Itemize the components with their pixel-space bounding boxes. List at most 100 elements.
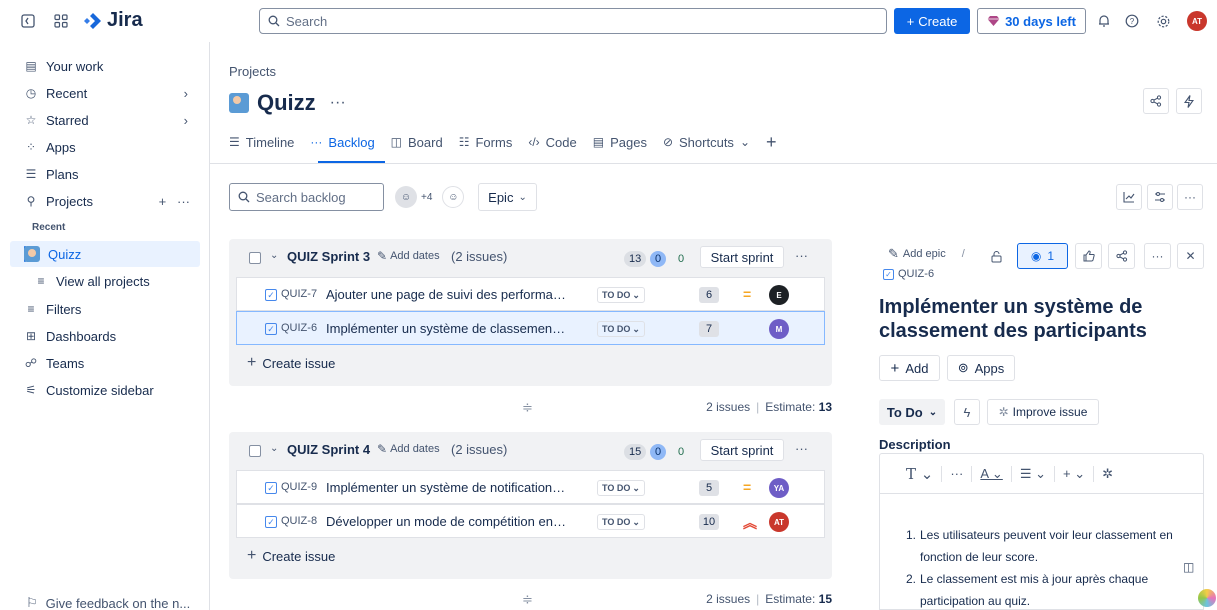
sidebar-item-starred[interactable]: ☆ Starred › [10,107,200,133]
more-icon[interactable]: ··· [1144,243,1171,269]
text-color-icon[interactable]: A ⌄ [980,466,1002,482]
issue-row[interactable]: ✓ QUIZ-6 Implémenter un système de class… [236,311,825,345]
status-dropdown[interactable]: TO DO ⌄ [597,514,645,530]
automation-bolt-icon[interactable] [1176,88,1202,114]
sidebar-item-apps[interactable]: ⁘ Apps [10,134,200,160]
sidebar-item-recent[interactable]: ◷ Recent › [10,80,200,106]
more-formatting-icon[interactable]: ··· [950,466,963,481]
ai-sparkle-icon[interactable]: ✲ [1102,466,1113,482]
jira-logo[interactable]: Jira [83,9,143,32]
feedback-link[interactable]: ⚐ Give feedback on the n... [26,595,190,610]
thumbs-up-icon[interactable] [1075,243,1102,269]
issue-row[interactable]: ✓ QUIZ-8 Développer un mode de compétiti… [236,504,825,538]
issue-key[interactable]: QUIZ-6 [281,322,317,334]
more-icon[interactable]: ··· [177,194,190,209]
add-tab-button[interactable]: + [758,130,785,154]
projects-actions[interactable]: + ··· [159,194,190,209]
create-issue-button[interactable]: + Create issue [247,354,335,372]
epic-filter-button[interactable]: Epic ⌄ [478,183,537,211]
user-avatar[interactable]: AT [1187,11,1207,31]
add-button[interactable]: + Add [879,355,940,381]
add-person-icon[interactable]: ☺ [442,186,465,208]
assignee-avatar[interactable]: E [769,285,789,305]
sprint-checkbox[interactable] [249,445,261,457]
more-icon[interactable]: ··· [795,441,808,456]
create-issue-button[interactable]: + Create issue [247,547,335,565]
issue-key-link[interactable]: ✓ QUIZ-6 [883,268,934,280]
sidebar-item-plans[interactable]: ☰ Plans [10,161,200,187]
issue-key[interactable]: QUIZ-9 [281,481,317,493]
insights-chart-icon[interactable] [1116,184,1142,210]
issue-key[interactable]: QUIZ-7 [281,288,317,300]
book-icon[interactable]: ◫ [1183,560,1194,574]
more-icon[interactable]: ··· [330,94,346,112]
add-epic-button[interactable]: ✎ Add epic / [888,246,965,262]
tab-code[interactable]: ‹/› Code [520,130,584,154]
assignee-avatar[interactable]: AT [769,512,789,532]
tab-shortcuts[interactable]: ⊘ Shortcuts ⌄ [655,130,758,154]
tab-backlog[interactable]: ··· Backlog [302,130,382,154]
view-settings-icon[interactable] [1147,184,1173,210]
add-dates-button[interactable]: ✎ Add dates [377,249,440,263]
sprint-checkbox[interactable] [249,252,261,264]
issue-row[interactable]: ✓ QUIZ-9 Implémenter un système de notif… [236,470,825,504]
issue-key[interactable]: QUIZ-8 [281,515,317,527]
more-icon[interactable]: ··· [795,248,808,263]
apps-button[interactable]: ⊚ Apps [947,355,1015,381]
story-points[interactable]: 10 [699,514,719,530]
improve-issue-button[interactable]: ✲ Improve issue [987,399,1099,425]
notifications-bell-icon[interactable] [1094,11,1114,31]
tab-pages[interactable]: ▤ Pages [585,130,655,154]
sidebar-toggle-icon[interactable] [18,11,38,31]
status-dropdown[interactable]: TO DO ⌄ [597,321,645,337]
plus-icon[interactable]: + [159,194,167,209]
insert-plus-icon[interactable]: + ⌄ [1063,466,1085,482]
story-points[interactable]: 5 [699,480,719,496]
automation-bolt-icon[interactable]: ϟ [954,399,980,425]
list-icon[interactable]: ☰ ⌄ [1020,466,1046,482]
issue-title[interactable]: Implémenter un système de classement des… [879,295,1189,343]
start-sprint-button[interactable]: Start sprint [700,246,784,268]
breadcrumb[interactable]: Projects [229,64,276,79]
chevron-down-icon[interactable]: ⌄ [270,443,278,454]
sidebar-item-view-all-projects[interactable]: ≡ View all projects [10,268,200,294]
watch-button[interactable]: ◉ 1 [1017,243,1068,269]
backlog-search-input[interactable]: Search backlog [229,183,384,211]
chevron-down-icon[interactable]: ⌄ [270,250,278,261]
drag-handle-icon[interactable]: ≑ [522,592,533,608]
lock-icon[interactable] [983,243,1010,269]
issue-row[interactable]: ✓ QUIZ-7 Ajouter une page de suivi des p… [236,277,825,311]
trial-button[interactable]: 30 days left [977,8,1086,34]
tab-forms[interactable]: ☷ Forms [451,130,521,154]
share-icon[interactable] [1108,243,1135,269]
settings-gear-icon[interactable] [1153,11,1173,31]
sidebar-item-your-work[interactable]: ▤ Your work [10,53,200,79]
status-dropdown[interactable]: TO DO ⌄ [597,480,645,496]
global-search-input[interactable]: Search [259,8,887,34]
more-icon[interactable]: ··· [1177,184,1203,210]
status-dropdown[interactable]: TO DO ⌄ [597,287,645,303]
description-editor[interactable]: T ⌄ ··· A ⌄ ☰ ⌄ + ⌄ ✲ 1. Les utilisateurs… [879,453,1204,610]
create-button[interactable]: + Create [894,8,970,34]
drag-handle-icon[interactable]: ≑ [522,400,533,416]
assignee-avatar[interactable]: M [769,319,789,339]
help-icon[interactable]: ? [1122,11,1142,31]
close-icon[interactable]: ✕ [1177,243,1204,269]
app-switcher-icon[interactable] [51,11,71,31]
sidebar-item-projects[interactable]: ⚲ Projects + ··· [10,188,200,214]
sidebar-item-quizz[interactable]: Quizz [10,241,200,267]
text-style-icon[interactable]: T ⌄ [906,465,933,483]
assignee-avatar[interactable]: YA [769,478,789,498]
status-dropdown[interactable]: To Do ⌄ [879,399,945,425]
sidebar-item-dashboards[interactable]: ⊞ Dashboards [10,323,200,349]
start-sprint-button[interactable]: Start sprint [700,439,784,461]
assignee-filter[interactable]: ☺ +4 ☺ [395,186,465,208]
story-points[interactable]: 7 [699,321,719,337]
sidebar-item-customize[interactable]: ⚟ Customize sidebar [10,377,200,403]
tab-board[interactable]: ◫ Board [383,130,451,154]
sidebar-item-filters[interactable]: ≡ Filters [10,296,200,322]
story-points[interactable]: 6 [699,287,719,303]
share-icon[interactable] [1143,88,1169,114]
rovo-chat-icon[interactable] [1198,589,1216,607]
sidebar-item-teams[interactable]: ☍ Teams [10,350,200,376]
